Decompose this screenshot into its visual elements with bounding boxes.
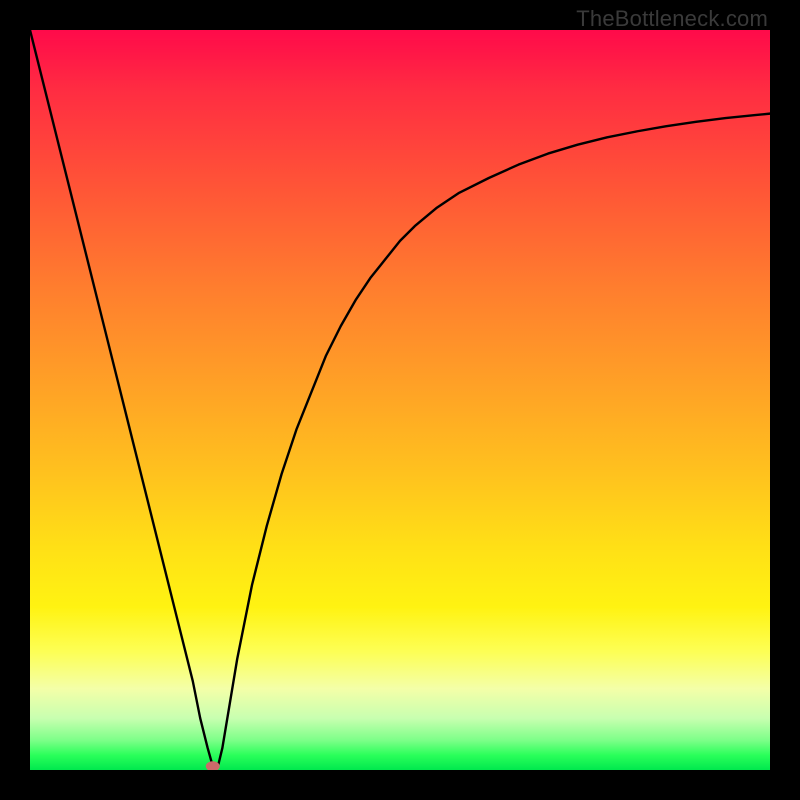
curve-layer bbox=[30, 30, 770, 770]
watermark-text: TheBottleneck.com bbox=[576, 6, 768, 32]
chart-frame: TheBottleneck.com bbox=[0, 0, 800, 800]
plot-area bbox=[30, 30, 770, 770]
bottleneck-curve bbox=[30, 30, 770, 766]
